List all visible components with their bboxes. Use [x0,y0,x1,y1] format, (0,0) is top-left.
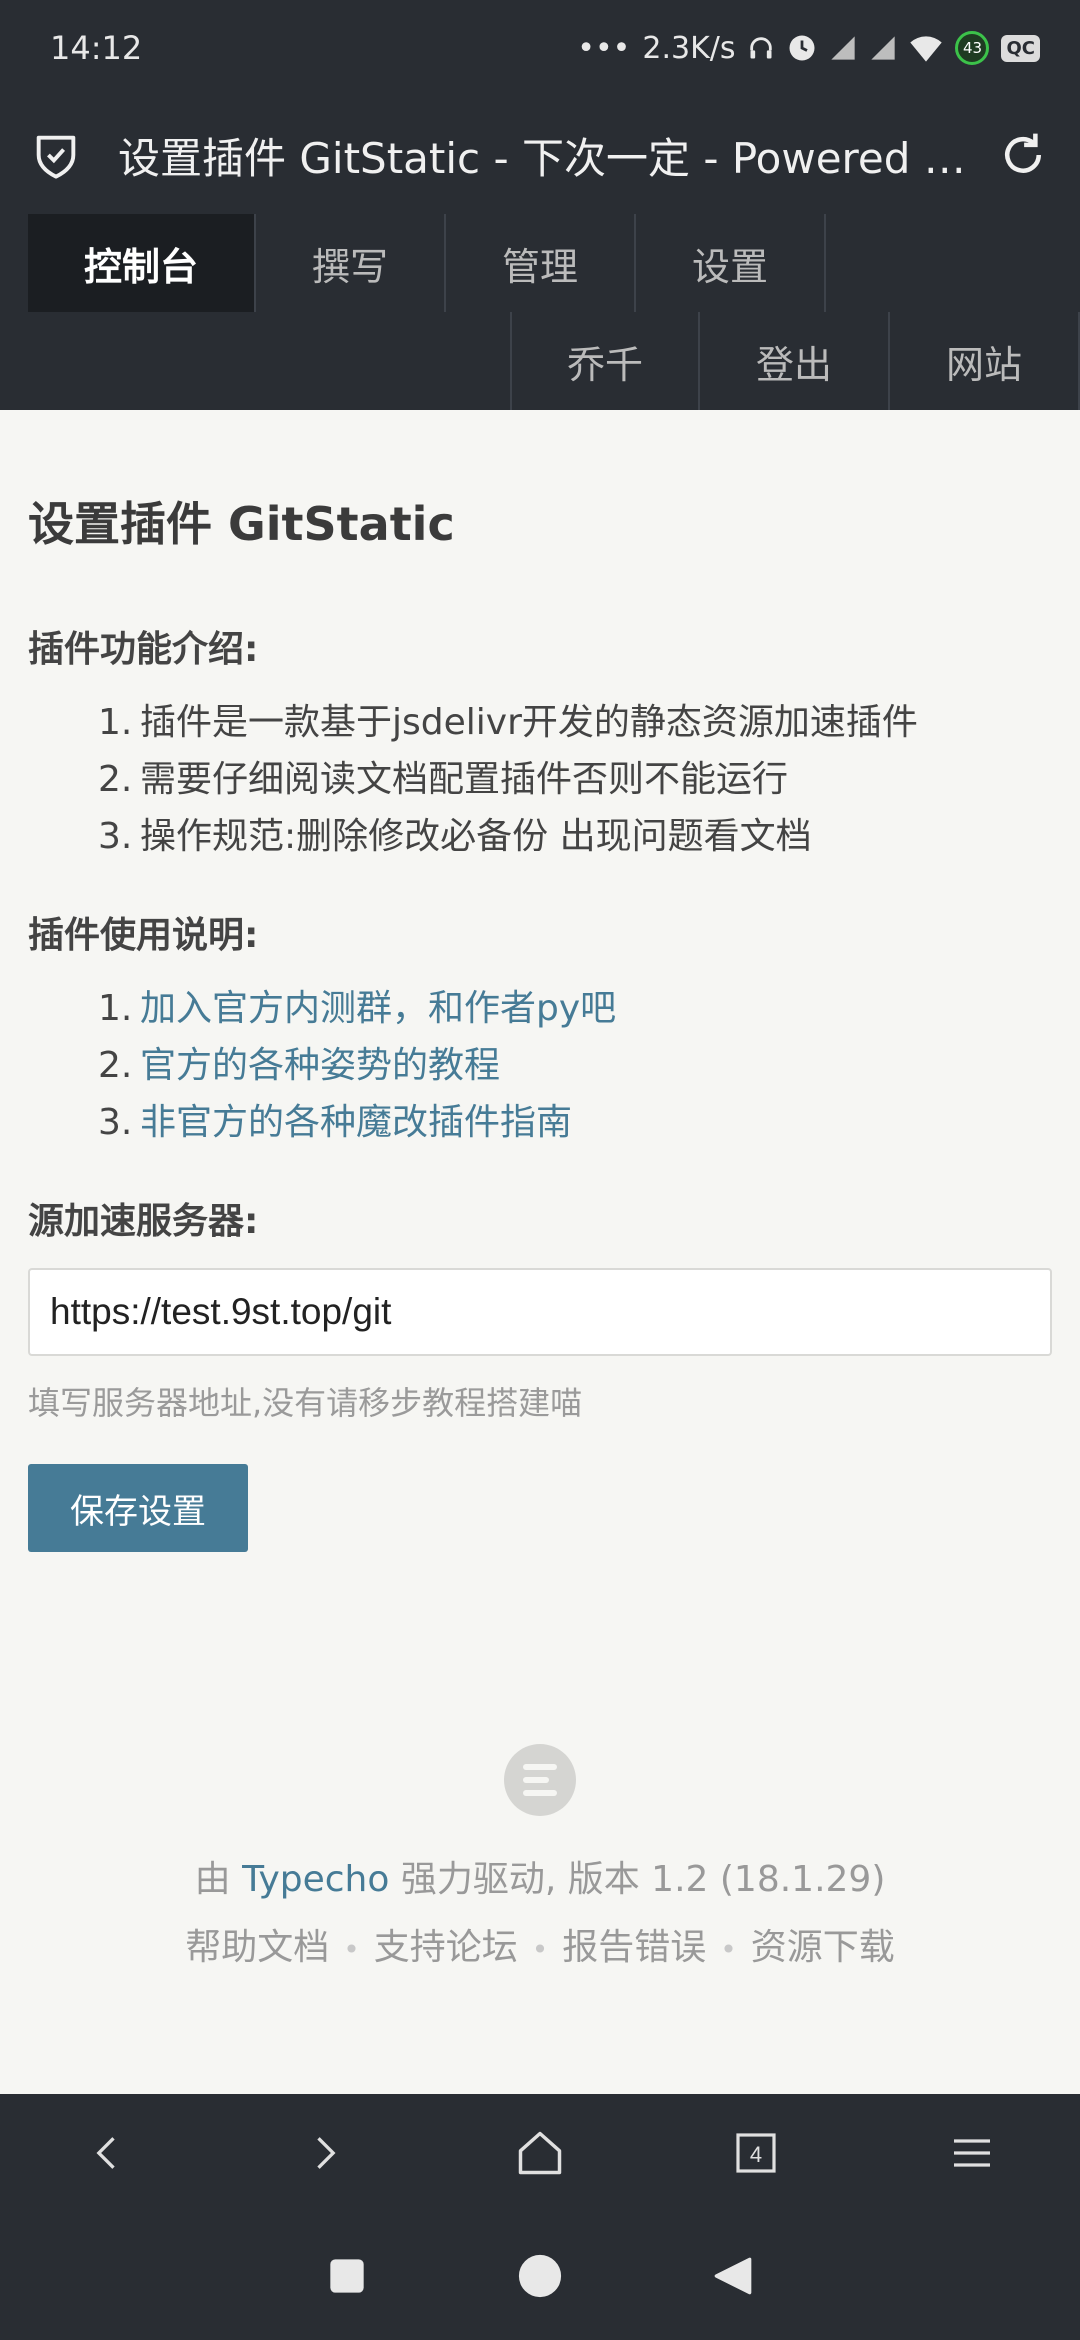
nav-website[interactable]: 网站 [890,312,1080,410]
signal-icon-1 [829,34,857,62]
list-item: 2. 官方的各种姿势的教程 [98,1045,501,1086]
home-circle-icon[interactable] [517,2253,563,2299]
home-button[interactable] [490,2103,590,2203]
shield-check-icon[interactable] [30,129,82,181]
chevron-right-icon [317,2137,336,2169]
back-button[interactable] [58,2103,158,2203]
forward-button[interactable] [274,2103,374,2203]
intro-label: 插件功能介绍: [28,629,259,670]
tabs-icon: 4 [736,2133,776,2173]
link-join-group[interactable]: 加入官方内测群，和作者py吧 [140,988,616,1029]
footer-powered-by: 由 Typecho 强力驱动, 版本 1.2 (18.1.29) [194,1859,886,1900]
more-dots-icon: ••• [577,30,631,66]
android-nav-bar [0,2212,1080,2340]
nav-dashboard[interactable]: 控制台 [28,214,256,312]
chevron-left-icon [96,2137,115,2169]
list-item: 3. 非官方的各种魔改插件指南 [98,1102,573,1143]
list-item: 3. 操作规范:删除修改必备份 出现问题看文档 [98,816,812,857]
footer-links: 帮助文档 • 支持论坛 • 报告错误 • 资源下载 [185,1927,895,1968]
list-item: 1. 插件是一款基于jsdelivr开发的静态资源加速插件 [98,702,918,743]
tab-count: 4 [750,2142,762,2167]
qc-badge: QC [1001,34,1040,62]
usage-label: 插件使用说明: [28,915,259,956]
admin-nav-primary: 控制台 撰写 管理 设置 [28,214,826,312]
report-bug-link[interactable]: 报告错误 [562,1927,706,1968]
battery-icon: 43 [955,31,990,65]
network-speed: 2.3K/s [642,30,736,66]
save-settings-button[interactable]: 保存设置 [28,1464,248,1552]
alarm-icon [787,33,817,63]
nav-settings[interactable]: 设置 [636,214,826,312]
status-bar: 14:12 ••• 2.3K/s 43 QC [0,0,1080,96]
headphones-icon [747,34,775,62]
typecho-link[interactable]: Typecho [242,1859,389,1900]
home-icon [518,2131,562,2175]
intro-list: 1. 插件是一款基于jsdelivr开发的静态资源加速插件 2. 需要仔细阅读文档配… [98,694,918,865]
recents-icon[interactable] [327,2256,367,2296]
resource-download-link[interactable]: 资源下载 [751,1927,895,1968]
nav-manage[interactable]: 管理 [446,214,636,312]
back-triangle-icon[interactable] [713,2256,753,2296]
list-item: 2. 需要仔细阅读文档配置插件否则不能运行 [98,759,789,800]
page-title: 设置插件 GitStatic [28,497,455,551]
page-title-bar[interactable]: 设置插件 GitStatic - 下次一定 - Powered by Typec… [118,125,996,186]
server-label: 源加速服务器: [28,1201,259,1242]
browser-title-bar: 设置插件 GitStatic - 下次一定 - Powered by Typec… [0,96,1080,214]
server-url-input[interactable] [28,1268,1052,1356]
nav-write[interactable]: 撰写 [256,214,446,312]
nav-user[interactable]: 乔千 [510,312,700,410]
status-icons: ••• 2.3K/s 43 QC [577,31,1040,66]
menu-button[interactable] [922,2103,1022,2203]
tabs-button[interactable]: 4 [706,2103,806,2203]
wifi-icon [909,33,943,63]
support-forum-link[interactable]: 支持论坛 [374,1927,518,1968]
help-docs-link[interactable]: 帮助文档 [185,1927,329,1968]
signal-icon-2 [869,34,897,62]
server-description: 填写服务器地址,没有请移步教程搭建喵 [28,1384,583,1422]
status-time: 14:12 [50,29,143,67]
typecho-logo-icon [504,1744,576,1816]
usage-list: 1. 加入官方内测群，和作者py吧 2. 官方的各种姿势的教程 3. 非官方的各种魔改… [98,980,616,1151]
list-item: 1. 加入官方内测群，和作者py吧 [98,988,617,1029]
refresh-icon[interactable] [996,128,1050,182]
link-unofficial-guide[interactable]: 非官方的各种魔改插件指南 [140,1102,572,1143]
browser-toolbar: 4 [0,2094,1080,2212]
admin-nav-secondary: 乔千 登出 网站 [510,312,1080,410]
menu-icon [954,2139,990,2167]
link-official-tutorial[interactable]: 官方的各种姿势的教程 [140,1045,500,1086]
nav-logout[interactable]: 登出 [700,312,890,410]
admin-nav: 控制台 撰写 管理 设置 乔千 登出 网站 [0,214,1080,410]
